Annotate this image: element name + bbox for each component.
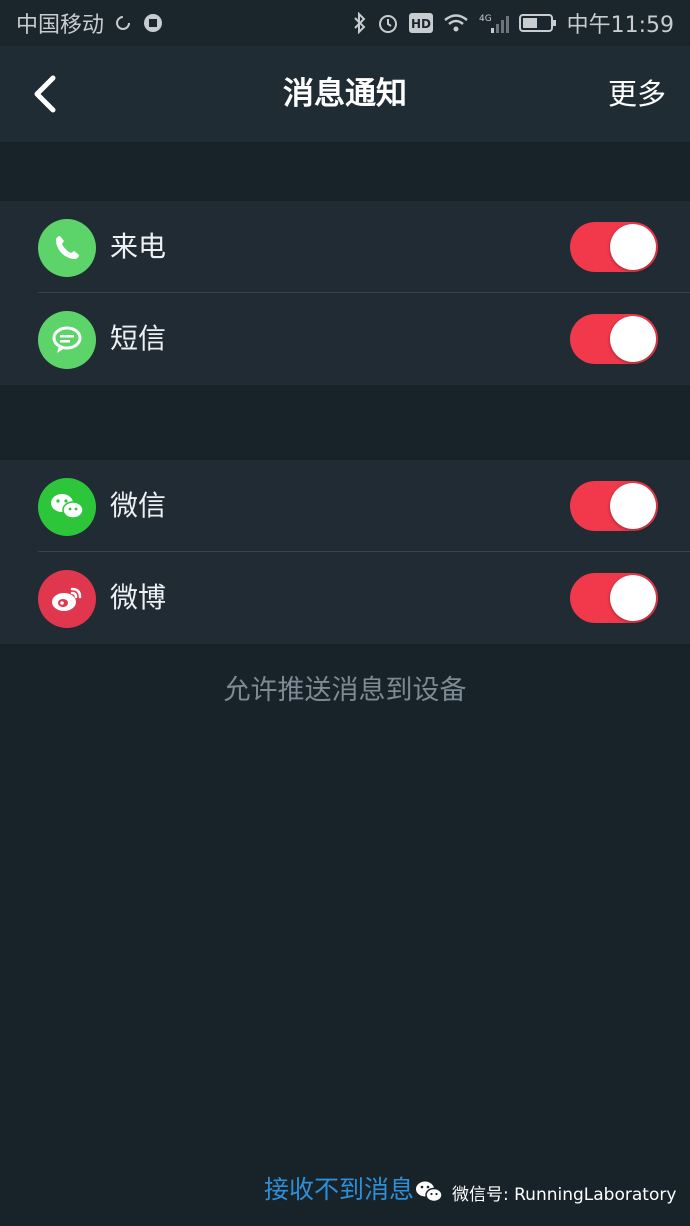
watermark-text: 微信号: RunningLaboratory bbox=[452, 1184, 677, 1205]
list-item-wechat: 微信 bbox=[0, 460, 690, 552]
list-item-sms: 短信 bbox=[0, 293, 690, 385]
cannot-receive-messages-link[interactable]: 接收不到消息 bbox=[264, 1170, 414, 1206]
weibo-notification-toggle[interactable] bbox=[570, 573, 658, 623]
toggle-knob bbox=[610, 483, 656, 529]
signal-icon: 4G bbox=[479, 12, 509, 34]
list-item-weibo: 微博 bbox=[0, 552, 690, 644]
hd-badge-text: HD bbox=[411, 17, 431, 31]
row-label: 微信 bbox=[110, 489, 167, 522]
toggle-knob bbox=[610, 316, 656, 362]
sync-icon bbox=[114, 14, 132, 32]
carrier-name: 中国移动 bbox=[16, 13, 105, 38]
message-icon bbox=[38, 311, 96, 369]
nav-bar: 消息通知 更多 bbox=[0, 46, 690, 142]
status-left: 中国移动 bbox=[16, 7, 164, 39]
toggle-knob bbox=[610, 224, 656, 270]
status-bar: 中国移动 HD 4G 中午11:59 bbox=[0, 0, 690, 46]
row-label: 来电 bbox=[110, 230, 167, 263]
more-button[interactable]: 更多 bbox=[608, 46, 666, 142]
wifi-icon bbox=[443, 13, 469, 33]
network-type: 4G bbox=[479, 14, 492, 24]
bluetooth-icon bbox=[353, 12, 367, 34]
alarm-icon bbox=[377, 12, 399, 34]
status-time: 中午11:59 bbox=[566, 13, 674, 38]
settings-group-calls-sms: 来电 短信 bbox=[0, 201, 690, 385]
toggle-knob bbox=[610, 575, 656, 621]
row-label: 微博 bbox=[110, 581, 167, 614]
watermark: 微信号: RunningLaboratory bbox=[414, 1170, 676, 1214]
phone-icon bbox=[38, 219, 96, 277]
wechat-logo-icon bbox=[414, 1177, 444, 1207]
sms-notification-toggle[interactable] bbox=[570, 314, 658, 364]
battery-icon bbox=[518, 13, 557, 33]
settings-group-social: 微信 微博 bbox=[0, 460, 690, 644]
call-notification-toggle[interactable] bbox=[570, 222, 658, 272]
wechat-notification-toggle[interactable] bbox=[570, 481, 658, 531]
wechat-icon bbox=[38, 478, 96, 536]
page-title: 消息通知 bbox=[283, 76, 407, 112]
app-icon bbox=[142, 12, 164, 34]
row-label: 短信 bbox=[110, 322, 167, 355]
list-item-call: 来电 bbox=[0, 201, 690, 293]
hint-text: 允许推送消息到设备 bbox=[223, 675, 467, 706]
hd-icon: HD bbox=[408, 13, 433, 33]
status-right: HD 4G 中午11:59 bbox=[353, 7, 674, 39]
weibo-icon bbox=[38, 570, 96, 628]
